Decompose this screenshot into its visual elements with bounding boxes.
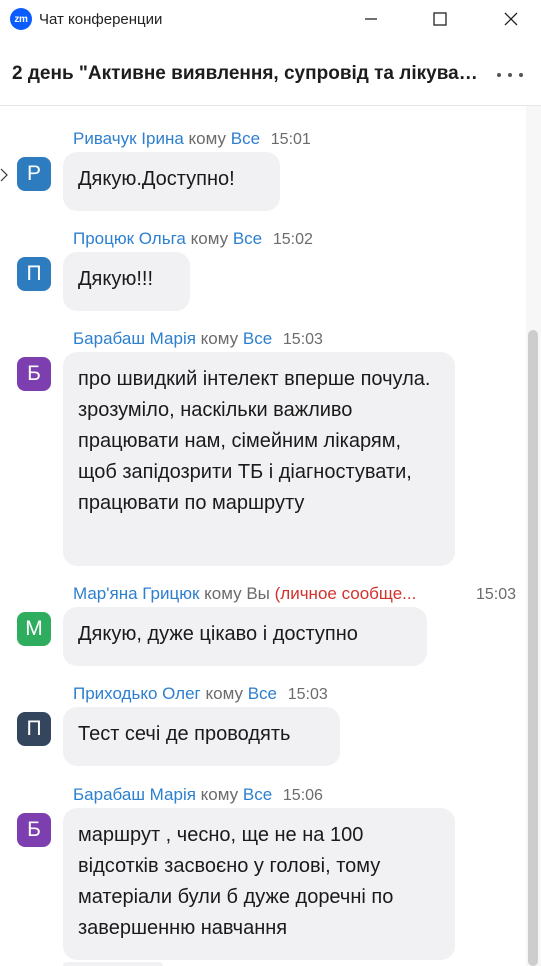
recipient-name: Все xyxy=(232,229,263,248)
close-icon xyxy=(504,12,518,26)
message-bubble: Дякую!!! xyxy=(63,252,190,311)
sender-name[interactable]: Ривачук Ірина xyxy=(73,129,184,148)
message-bubble: маршрут , чесно, ще не на 100 відсотків … xyxy=(63,808,455,960)
message-time: 15:06 xyxy=(282,787,323,804)
recipient-label: кому Вы xyxy=(204,584,270,603)
close-button[interactable] xyxy=(488,0,534,38)
recipient-label: кому xyxy=(190,229,229,248)
minimize-button[interactable] xyxy=(348,0,394,38)
avatar: Б xyxy=(17,357,51,391)
recipient-name: Все xyxy=(242,329,273,348)
message-meta: Процюк Ольга кому Все 15:02 xyxy=(73,229,523,251)
message-time: 15:03 xyxy=(287,686,328,703)
more-options-icon[interactable] xyxy=(497,65,523,85)
sender-name[interactable]: Барабаш Марія xyxy=(73,329,196,348)
maximize-icon xyxy=(433,12,447,26)
chat-header: 2 день "Активне виявлення, супровід та л… xyxy=(0,43,541,106)
sender-name[interactable]: Приходько Олег xyxy=(73,684,201,703)
avatar: П xyxy=(17,712,51,746)
sender-name[interactable]: Процюк Ольга xyxy=(73,229,186,248)
message-bubble: Дякую, дуже цікаво і доступно xyxy=(63,607,427,666)
message-bubble: Дякую.Доступно! xyxy=(63,152,280,211)
message-bubble: Тест сечі де проводять xyxy=(63,707,340,766)
sender-name[interactable]: Мар'яна Грицюк xyxy=(73,584,199,603)
avatar: Б xyxy=(17,813,51,847)
chat-message-list[interactable]: Ривачук Ірина кому Все 15:01 Р Дякую.Дос… xyxy=(0,106,541,966)
message-meta: Ривачук Ірина кому Все 15:01 xyxy=(73,129,523,151)
chevron-right-icon xyxy=(0,168,8,182)
message-bubble: про швидкий інтелект вперше почула. зроз… xyxy=(63,352,455,566)
minimize-icon xyxy=(365,18,377,20)
window-titlebar: zm Чат конференции xyxy=(0,0,541,38)
recipient-name: Все xyxy=(242,785,273,804)
conference-title: 2 день "Активне виявлення, супровід та л… xyxy=(12,63,486,84)
message-time: 15:03 xyxy=(282,331,323,348)
message-meta: Мар'яна Грицюк кому Вы (личное сообще... xyxy=(73,584,523,606)
recipient-name: Все xyxy=(247,684,277,703)
recipient-label: кому xyxy=(188,129,226,148)
avatar: П xyxy=(17,257,51,291)
zoom-logo-icon: zm xyxy=(10,8,32,30)
recipient-label: кому xyxy=(200,785,239,804)
message-time: 15:01 xyxy=(270,131,311,148)
scrollbar-thumb[interactable] xyxy=(528,330,538,966)
sender-name[interactable]: Барабаш Марія xyxy=(73,785,196,804)
avatar: Р xyxy=(17,157,51,191)
avatar: М xyxy=(17,612,51,646)
maximize-button[interactable] xyxy=(417,0,463,38)
message-meta: Приходько Олег кому Все 15:03 xyxy=(73,684,523,706)
message-meta: Барабаш Марія кому Все 15:03 xyxy=(73,329,523,351)
message-meta: Барабаш Марія кому Все 15:06 xyxy=(73,785,523,807)
recipient-name: Все xyxy=(230,129,261,148)
window-title: Чат конференции xyxy=(39,10,163,28)
message-time: 15:03 xyxy=(476,586,517,603)
message-time: 15:02 xyxy=(272,231,313,248)
private-message-label: (личное сообще... xyxy=(274,584,417,603)
recipient-label: кому xyxy=(200,329,239,348)
recipient-label: кому xyxy=(205,684,243,703)
next-message-bubble xyxy=(63,962,163,966)
